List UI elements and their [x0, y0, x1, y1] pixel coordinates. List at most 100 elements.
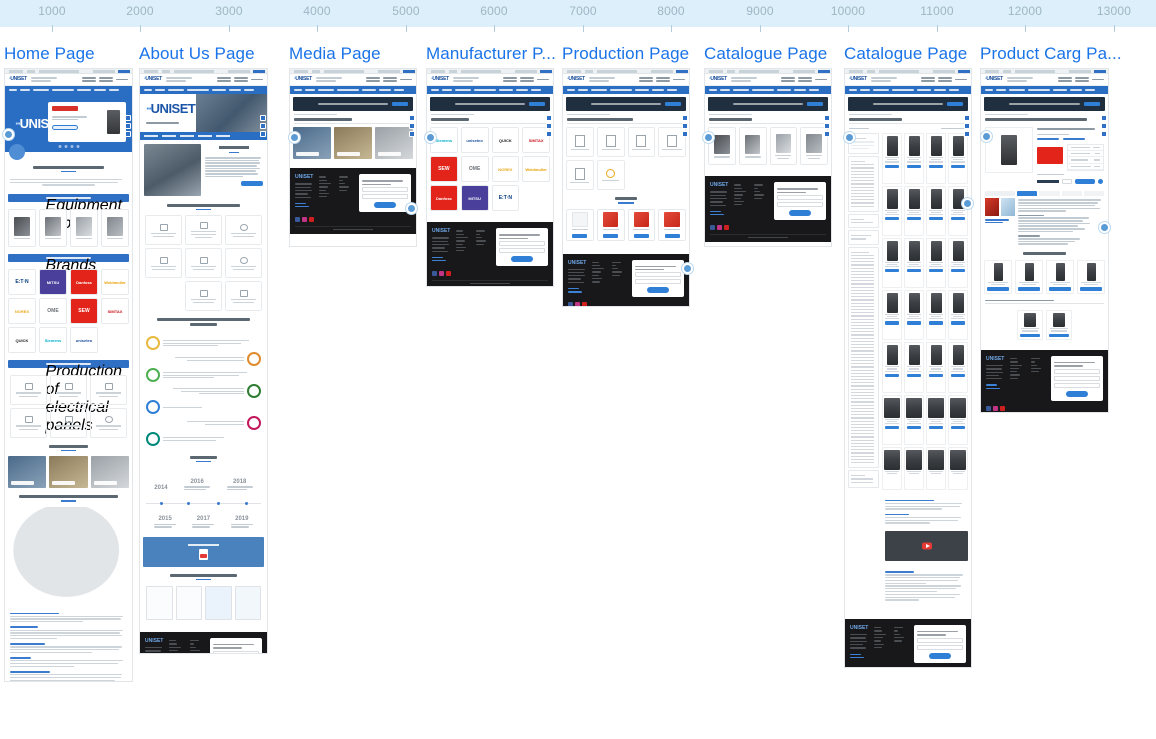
bought-products-row[interactable]	[981, 308, 1108, 342]
footer-logo[interactable]: UNISET	[850, 625, 868, 631]
header-callback-button[interactable]	[955, 78, 967, 82]
catalogue-card[interactable]	[769, 127, 798, 166]
product-cell[interactable]	[882, 290, 902, 341]
footer-nav-2[interactable]	[754, 182, 768, 220]
production-category[interactable]	[566, 127, 594, 158]
download-catalog-banner[interactable]: Download catalog	[143, 536, 264, 567]
frame-catalogue-page-long[interactable]: Catalogue Page UNISET Frequency converte…	[844, 44, 972, 668]
hero-banner[interactable]: UNISET Reliable partner. Modern solution…	[140, 94, 267, 140]
form-phone-input[interactable]	[917, 644, 963, 650]
similar-product[interactable]	[1077, 260, 1105, 294]
brand-cell[interactable]: SEW	[430, 156, 458, 183]
product-cell[interactable]	[948, 290, 968, 341]
product-cell[interactable]	[882, 446, 902, 490]
production-category-grid-row2[interactable]	[563, 160, 689, 193]
manufacturers-grid[interactable]: Siemens uniseteo QUICK SIMTAX SEW OME NO…	[427, 124, 553, 214]
site-header[interactable]: UNISET	[705, 74, 831, 86]
catalogue-card[interactable]	[738, 127, 767, 166]
site-footer[interactable]: UNISET	[563, 253, 689, 306]
prototype-hotspot-product-card-right[interactable]	[1099, 222, 1110, 233]
form-phone-input[interactable]	[1054, 375, 1100, 381]
product-cell[interactable]	[926, 394, 946, 445]
tab-reviews[interactable]	[1083, 191, 1104, 197]
catalogue-card-row[interactable]	[705, 124, 831, 168]
frame-label-about-us-page[interactable]: About Us Page	[139, 44, 255, 64]
production-category[interactable]	[627, 127, 656, 158]
filter-group[interactable]	[848, 156, 879, 212]
equipment-card[interactable]	[8, 209, 36, 248]
production-category[interactable]	[566, 160, 594, 191]
footer-callback-form[interactable]	[496, 228, 548, 266]
header-contact-2[interactable]	[234, 76, 248, 83]
floating-contact-buttons[interactable]	[1101, 115, 1107, 137]
production-category[interactable]	[10, 375, 47, 406]
footer-logo[interactable]: UNISET	[986, 356, 1004, 362]
certificates-row[interactable]	[140, 582, 267, 624]
page-about[interactable]: UNISET UNISET Reliable partner. Modern s…	[139, 68, 268, 654]
promo-banner[interactable]	[708, 97, 828, 111]
main-nav[interactable]	[140, 86, 267, 94]
header-contact-2[interactable]	[798, 76, 812, 83]
floating-contact-buttons[interactable]	[260, 115, 266, 137]
promo-banner-button[interactable]	[947, 102, 963, 106]
product-cell[interactable]	[948, 394, 968, 445]
advantage-card[interactable]	[185, 215, 222, 246]
media-tile[interactable]	[90, 456, 129, 489]
header-callback-button[interactable]	[251, 78, 263, 82]
site-footer[interactable]: UNISET	[845, 619, 971, 667]
footer-nav-1[interactable]	[456, 228, 470, 266]
product-cell[interactable]	[948, 446, 968, 490]
form-phone-input[interactable]	[635, 279, 681, 285]
floating-contact-buttons[interactable]	[964, 115, 970, 137]
footer-socials[interactable]	[568, 302, 684, 306]
header-callback-button[interactable]	[1092, 78, 1104, 82]
page-product-card[interactable]: UNISET UNISET Danfoss VLT Micro Drive FC…	[980, 68, 1109, 413]
production-category[interactable]	[90, 375, 127, 406]
footer-nav-1[interactable]	[734, 182, 748, 220]
site-header[interactable]: UNISET	[290, 74, 416, 86]
media-tile[interactable]	[334, 127, 372, 160]
site-header[interactable]: UNISET	[845, 74, 971, 86]
footer-nav-2[interactable]	[476, 228, 490, 266]
promo-banner[interactable]	[430, 97, 550, 111]
header-contact-1[interactable]	[503, 76, 517, 83]
site-header[interactable]: UNISET	[140, 74, 267, 86]
page-catalogue-long[interactable]: UNISET Frequency converters	[844, 68, 972, 668]
footer-callback-form[interactable]	[1051, 355, 1103, 401]
advantage-card[interactable]	[185, 248, 222, 279]
advantages-grid-row3[interactable]	[140, 281, 267, 314]
brand-cell[interactable]: uniseteo	[460, 127, 489, 154]
certificate-thumb[interactable]	[205, 586, 232, 621]
filter-group[interactable]	[848, 213, 879, 229]
certificate-thumb[interactable]	[146, 586, 173, 621]
prototype-hotspot-catalogue2-right[interactable]	[962, 198, 973, 209]
product-tabs[interactable]	[981, 188, 1108, 197]
footer-callback-form[interactable]	[632, 259, 684, 298]
section-band-equipment[interactable]: Equipment supply	[8, 194, 129, 232]
promo-banner[interactable]	[848, 97, 968, 111]
product-cell[interactable]	[926, 446, 946, 490]
product-cell[interactable]	[904, 133, 924, 184]
product-cell[interactable]	[948, 237, 968, 289]
production-category-grid[interactable]	[563, 124, 689, 160]
similar-products-grid[interactable]	[981, 257, 1108, 297]
brand-cell[interactable]: E:T·N	[8, 269, 36, 296]
form-name-input[interactable]	[777, 194, 823, 200]
frame-home-page[interactable]: Home Page UNISET	[4, 44, 133, 682]
main-nav[interactable]	[427, 86, 553, 94]
header-contact-2[interactable]	[656, 76, 670, 83]
header-callback-button[interactable]	[673, 78, 685, 82]
main-nav[interactable]	[5, 86, 132, 94]
header-contact-2[interactable]	[520, 76, 534, 83]
header-callback-button[interactable]	[116, 78, 128, 82]
prototype-hotspot-product-card[interactable]	[981, 131, 992, 142]
media-tile[interactable]	[49, 456, 88, 489]
similar-product[interactable]	[984, 260, 1012, 294]
horizontal-ruler[interactable]: 1000 2000 3000 4000 5000 6000 7000 8000 9000 1000…	[0, 0, 1156, 32]
footer-nav-1[interactable]	[319, 174, 333, 212]
site-footer[interactable]: UNISET	[705, 176, 831, 243]
footer-logo[interactable]: UNISET	[295, 174, 313, 180]
media-tile[interactable]	[375, 127, 413, 160]
brand-cell[interactable]: NOREX	[8, 298, 36, 325]
brand-cell[interactable]: SEW	[70, 298, 98, 325]
